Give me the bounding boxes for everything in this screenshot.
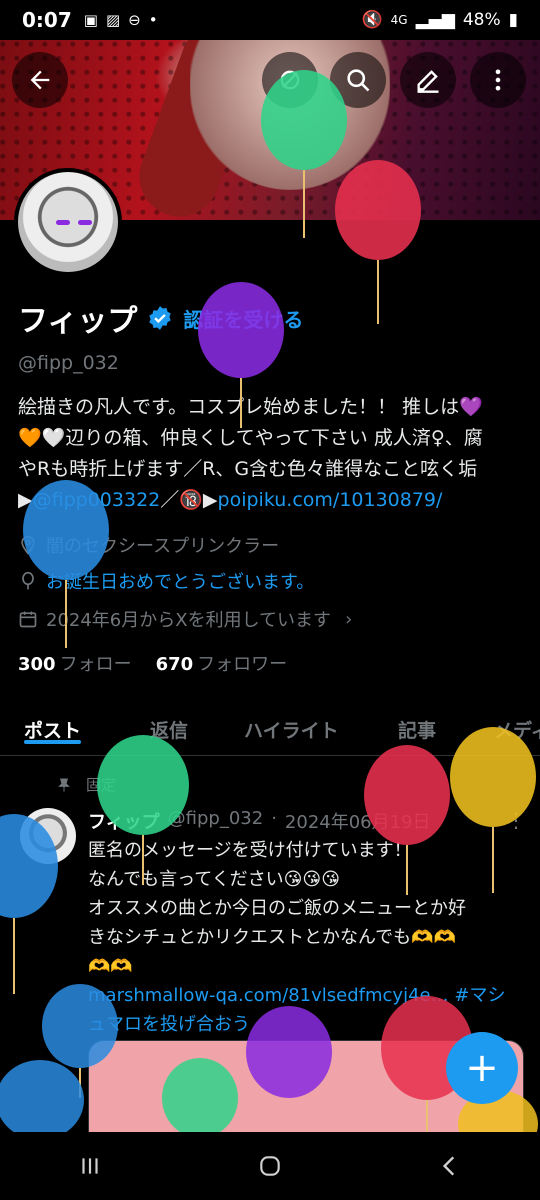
joined-row[interactable]: 2024年6月からXを利用しています ›: [18, 606, 352, 632]
post-header: フィップ @fipp_032 · 2024年06月19日: [88, 808, 431, 834]
tab-articles[interactable]: 記事: [398, 700, 436, 743]
birthday-row: お誕生日おめでとうございます。: [18, 568, 314, 594]
pinned-label: 固定: [86, 776, 117, 794]
system-icons: 🔇 4G ▂▄▆ 48% ▮: [362, 10, 519, 30]
location-pin-icon: [21, 535, 35, 555]
dot-icon: •: [148, 11, 158, 29]
dnd-icon: ⊖: [128, 11, 141, 29]
tab-posts[interactable]: ポスト: [24, 700, 82, 744]
battery-level: 48%: [462, 10, 501, 30]
grok-button[interactable]: [262, 52, 318, 108]
search-button[interactable]: [330, 52, 386, 108]
search-icon: [347, 69, 370, 92]
bio-line: やRも時折上げます／R、G含む色々誰得なこと呟く垢: [18, 458, 478, 480]
followers-count: 670: [155, 654, 194, 675]
more-vertical-icon: [495, 69, 501, 91]
post-text: 匿名のメッセージを受け付けています！ なんでも言ってください😘😘😘 オススメの曲…: [88, 836, 520, 1039]
post-author-avatar[interactable]: [20, 808, 76, 864]
post-line: きなシチュとかリクエストとかなんでも🫶🫶: [88, 927, 456, 948]
followers-link[interactable]: 670 フォロワー: [156, 650, 288, 676]
post-line: オススメの曲とか今日のご飯のメニューとか好: [88, 898, 466, 919]
pinned-indicator: 固定: [56, 774, 116, 795]
clock: 0:07: [22, 8, 72, 32]
bio-line-links: ▶@fipp003322／🔞▶poipiku.com/10130879/: [18, 489, 443, 511]
line-icon: ▣: [83, 11, 98, 29]
profile-bio: 絵描きの凡人です。コスプレ始めました！！ 推しは💜 🧡🤍辺りの箱、仲良くしてやっ…: [18, 392, 523, 516]
post-line: なんでも言ってください😘😘😘: [88, 869, 340, 890]
post-link[interactable]: marshmallow-qa.com/81vlsedfmcyj4e…: [88, 985, 449, 1006]
battery-icon: ▮: [508, 10, 518, 30]
bio-line: 絵描きの凡人です。コスプレ始めました！！ 推しは💜: [18, 396, 483, 418]
status-bar: 0:07 ▣ ▨ ⊖ • 🔇 4G ▂▄▆ 48% ▮: [0, 0, 540, 40]
post-author-handle[interactable]: @fipp_032: [168, 808, 264, 834]
birthday-text[interactable]: お誕生日おめでとうございます。: [46, 568, 314, 594]
profile-name: フィップ: [18, 304, 138, 339]
system-nav-bar: [0, 1132, 540, 1200]
tab-replies[interactable]: 返信: [150, 700, 188, 743]
follow-counts: 300 フォロー 670 フォロワー: [18, 650, 287, 676]
home-icon[interactable]: [257, 1153, 283, 1179]
notification-icons: ▣ ▨ ⊖ •: [84, 11, 158, 29]
pin-icon: [58, 778, 70, 792]
verified-badge-icon[interactable]: [147, 305, 173, 331]
post-date[interactable]: 2024年06月19日: [285, 808, 431, 834]
compose-button[interactable]: +: [446, 1032, 518, 1104]
get-verified-link[interactable]: 認証を受ける: [183, 304, 303, 333]
location-row: 闇のセクシースプリンクラー: [18, 532, 279, 558]
bio-website-link[interactable]: poipiku.com/10130879/: [218, 489, 443, 511]
bio-line: 🧡🤍辺りの箱、仲良くしてやって下さい 成人済♀、腐: [18, 427, 483, 449]
post-author-name[interactable]: フィップ: [88, 808, 160, 834]
signal-icon: ▂▄▆: [415, 10, 455, 30]
following-label: フォロー: [59, 654, 132, 675]
chevron-right-icon: ›: [345, 608, 353, 630]
following-link[interactable]: 300 フォロー: [18, 650, 132, 676]
profile-handle: @fipp_032: [18, 352, 119, 374]
avatar-art-eye: [56, 220, 70, 225]
following-count: 300: [18, 654, 56, 675]
image-icon: ▨: [105, 11, 121, 29]
calendar-icon: [19, 611, 37, 628]
post-line: 匿名のメッセージを受け付けています！: [88, 840, 412, 861]
recent-apps-icon[interactable]: [77, 1153, 103, 1179]
balloon-blue: [0, 1060, 84, 1140]
post-line: 🫶🫶: [88, 956, 133, 977]
joined-text: 2024年6月からXを利用しています: [46, 610, 332, 631]
mute-icon: 🔇: [361, 10, 383, 30]
avatar-art-eye: [78, 220, 92, 225]
grok-icon: [280, 70, 300, 90]
more-button[interactable]: [470, 52, 526, 108]
network-label: 4G: [390, 13, 408, 27]
location-text: 闇のセクシースプリンクラー: [46, 536, 280, 557]
balloon-icon: [22, 571, 34, 590]
back-nav-icon[interactable]: [437, 1153, 463, 1179]
back-button[interactable]: [12, 52, 68, 108]
followers-label: フォロワー: [197, 654, 288, 675]
edit-profile-button[interactable]: [400, 52, 456, 108]
profile-tabs: ポスト 返信 ハイライト 記事 メディ: [0, 700, 540, 756]
profile-avatar[interactable]: [14, 168, 122, 276]
back-arrow-icon: [30, 70, 50, 90]
tab-media[interactable]: メディ: [494, 700, 540, 743]
profile-name-row: フィップ 認証を受ける: [18, 296, 303, 340]
separator-dot: ·: [271, 808, 277, 829]
edit-icon: [417, 70, 439, 93]
post-more-icon[interactable]: ⋮: [506, 808, 526, 832]
bio-mention-link[interactable]: @fipp003322: [33, 489, 161, 511]
tab-highlights[interactable]: ハイライト: [244, 700, 339, 743]
